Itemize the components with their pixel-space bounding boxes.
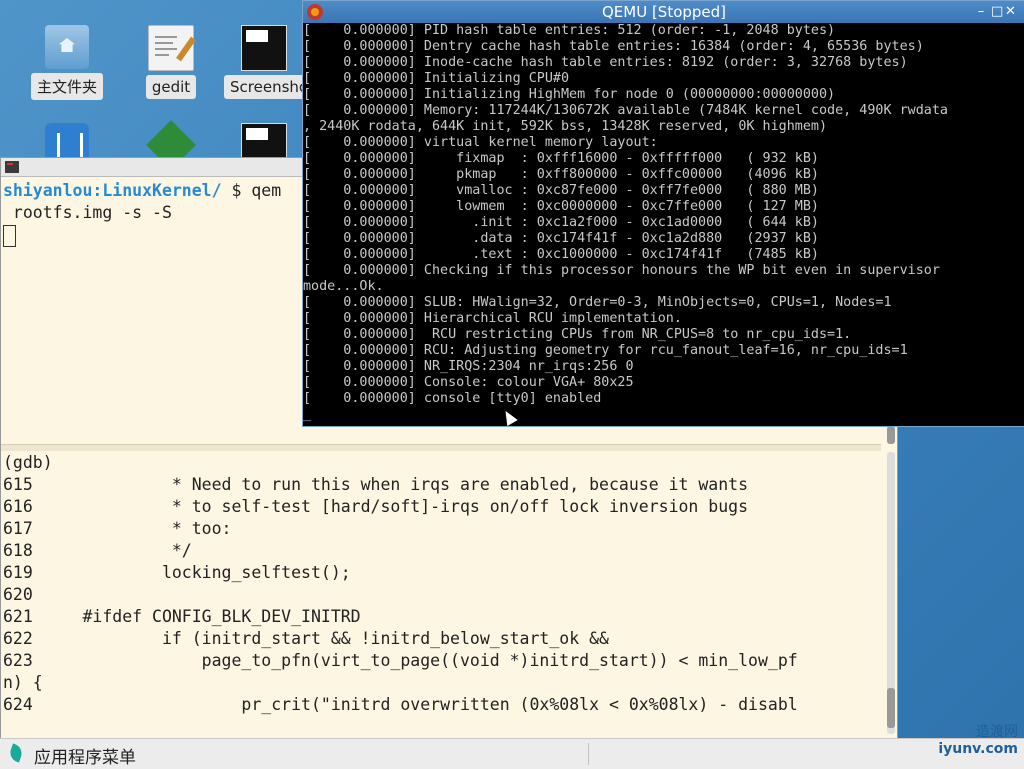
console-line: _ (303, 407, 312, 422)
source-line: 624 pr_crit("initrd overwritten (0x%08lx… (3, 695, 798, 714)
qemu-title: QEMU [Stopped] (601, 3, 727, 21)
folder-home-icon (45, 25, 89, 69)
taskbar-separator (588, 743, 589, 765)
close-button[interactable]: ✕ (1005, 1, 1019, 23)
console-line: [ 0.000000] .init : 0xc1a2f000 - 0xc1ad0… (303, 215, 819, 230)
gdb-prompt: (gdb) (3, 453, 53, 472)
source-line: 619 locking_selftest(); (3, 563, 351, 582)
desktop-icon-label: 主文件夹 (30, 73, 103, 100)
console-line: [ 0.000000] pkmap : 0xff800000 - 0xffc00… (303, 167, 819, 182)
console-line: [ 0.000000] lowmem : 0xc0000000 - 0xc7ff… (303, 199, 819, 214)
source-line: 617 * too: (3, 519, 232, 538)
upper-scrollbar[interactable] (887, 426, 895, 444)
pane-splitter[interactable] (1, 444, 881, 451)
console-line: mode...Ok. (303, 279, 384, 294)
prompt-symbol: $ (221, 181, 252, 200)
console-line: [ 0.000000] PID hash table entries: 512 … (303, 23, 836, 38)
console-line: [ 0.000000] Inode-cache hash table entri… (303, 55, 908, 70)
maximize-button[interactable]: □ (991, 1, 1005, 23)
qemu-title-bar[interactable]: QEMU [Stopped] –□✕ (303, 1, 1024, 23)
minimize-button[interactable]: – (977, 1, 991, 23)
source-line: n) { (3, 673, 43, 692)
qemu-icon (307, 4, 323, 20)
lower-scrollbar[interactable] (887, 452, 895, 734)
console-line: , 2440K rodata, 644K init, 592K bss, 134… (303, 119, 828, 134)
command-continuation: rootfs.img -s -S (3, 203, 172, 222)
console-line: [ 0.000000] vmalloc : 0xc87fe000 - 0xff7… (303, 183, 819, 198)
watermark-logo: 造渡网 iyunv.com (926, 721, 1018, 767)
source-line: 615 * Need to run this when irqs are ena… (3, 475, 749, 494)
desktop-icon-home-folder[interactable]: 主文件夹 (27, 25, 107, 104)
terminal-upper-pane[interactable]: shiyanlou:LinuxKernel/ $ qem rootfs.img … (3, 180, 281, 247)
console-line: [ 0.000000] virtual kernel memory layout… (303, 135, 658, 150)
console-line: [ 0.000000] Console: colour VGA+ 80x25 (303, 375, 634, 390)
source-line: 620 (3, 585, 33, 604)
console-line: [ 0.000000] RCU restricting CPUs from NR… (303, 327, 852, 342)
prompt-path: :LinuxKernel/ (92, 181, 222, 200)
text-editor-icon (148, 25, 196, 71)
console-line: [ 0.000000] Hierarchical RCU implementat… (303, 311, 682, 326)
terminal-cursor (3, 224, 16, 247)
desktop-icon-screenshot[interactable]: Screensho (224, 25, 315, 103)
prompt-user: shiyanlou (3, 181, 93, 200)
console-line: [ 0.000000] Memory: 117244K/130672K avai… (303, 103, 948, 118)
desktop-icon-gedit[interactable]: gedit (131, 25, 211, 103)
watermark-bottom: iyunv.com (938, 741, 1018, 757)
taskbar: 应用程序菜单 造渡网 iyunv.com (0, 724, 1024, 769)
source-line: 623 page_to_pfn(virt_to_page((void *)ini… (3, 651, 798, 670)
console-line: [ 0.000000] SLUB: HWalign=32, Order=0-3,… (303, 295, 892, 310)
console-line: [ 0.000000] RCU: Adjusting geometry for … (303, 343, 908, 358)
source-line: 618 */ (3, 541, 192, 560)
console-line: [ 0.000000] Initializing CPU#0 (303, 71, 570, 86)
gdb-source-pane[interactable]: (gdb) 615 * Need to run this when irqs a… (3, 452, 798, 716)
source-line: 616 * to self-test [hard/soft]-irqs on/o… (3, 497, 749, 516)
desktop-icon-label: gedit (145, 75, 197, 99)
qemu-console[interactable]: [ 0.000000] PID hash table entries: 512 … (303, 23, 1023, 423)
screenshot-icon (241, 25, 287, 71)
console-line: [ 0.000000] Initializing HighMem for nod… (303, 87, 836, 102)
console-line: [ 0.000000] Checking if this processor h… (303, 263, 940, 278)
app-menu-leaf-icon[interactable] (7, 743, 25, 763)
terminal-icon (5, 161, 19, 173)
qemu-window[interactable]: QEMU [Stopped] –□✕ [ 0.000000] PID hash … (302, 0, 1024, 427)
watermark-top: 造渡网 (976, 724, 1018, 740)
desktop-icon-label: Screensho (224, 75, 315, 99)
console-line: [ 0.000000] fixmap : 0xfff16000 - 0xffff… (303, 151, 819, 166)
console-line: [ 0.000000] Dentry cache hash table entr… (303, 39, 924, 54)
command-text: qem (251, 181, 282, 200)
console-line: [ 0.000000] console [tty0] enabled (303, 391, 602, 406)
console-line: [ 0.000000] .text : 0xc1000000 - 0xc174f… (303, 247, 819, 262)
console-line: [ 0.000000] .data : 0xc174f41f - 0xc1a2d… (303, 231, 819, 246)
applications-menu-button[interactable]: 应用程序菜单 (34, 743, 136, 768)
console-line: [ 0.000000] NR_IRQS:2304 nr_irqs:256 0 (303, 359, 634, 374)
source-line: 621 #ifdef CONFIG_BLK_DEV_INITRD (3, 607, 361, 626)
source-line: 622 if (initrd_start && !initrd_below_st… (3, 629, 609, 648)
